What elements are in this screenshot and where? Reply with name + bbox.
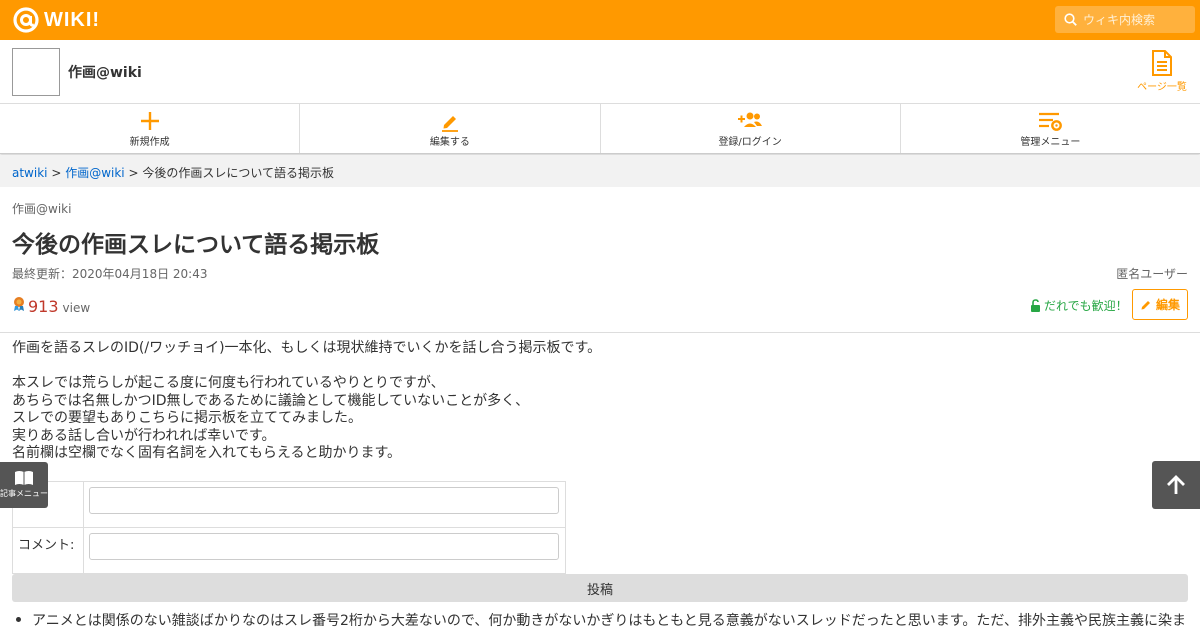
search-input[interactable] (1083, 12, 1193, 27)
book-icon (15, 471, 33, 485)
action-bar: 新規作成 編集する 登録/ログイン 管理メニュー (0, 104, 1200, 154)
pencil-icon (1141, 300, 1150, 309)
list-bullet (16, 617, 21, 622)
breadcrumb: atwiki > 作画@wiki > 今後の作画スレについて語る掲示板 (0, 155, 1200, 187)
submit-button[interactable]: 投稿 (12, 574, 1188, 602)
page-author: 匿名ユーザー (1116, 267, 1188, 281)
page-list-button[interactable]: ページ一覧 (1136, 50, 1188, 93)
page-title: 今後の作画スレについて語る掲示板 (12, 232, 380, 258)
comment-list: アニメとは関係のない雑談ばかりなのはスレ番号2桁から大差ないので、何か動きがない… (12, 610, 1192, 630)
breadcrumb-root-link[interactable]: atwiki (12, 166, 48, 180)
admin-menu-button[interactable]: 管理メニュー (901, 104, 1200, 153)
document-list-icon (1152, 50, 1172, 76)
edit-button-label: 編集 (1155, 298, 1180, 312)
comment-item: アニメとは関係のない雑談ばかりなのはスレ番号2桁から大差ないので、何か動きがない… (32, 613, 1186, 629)
at-sign-icon (13, 7, 39, 33)
body-line: 名前欄は空欄でなく固有名詞を入れてもらえると助かります。 (12, 445, 402, 461)
last-updated: 最終更新：2020年04月18日 20:43 (12, 267, 208, 281)
new-page-label: 新規作成 (129, 137, 170, 148)
badge-icon (14, 297, 24, 311)
top-bar: WIKI! (0, 0, 1200, 40)
site-logo-image[interactable] (12, 48, 60, 96)
name-input[interactable] (89, 487, 559, 514)
view-count: 913 (28, 297, 59, 316)
breadcrumb-wiki-link[interactable]: 作画@wiki (65, 166, 124, 180)
comment-input[interactable] (89, 533, 559, 560)
body-line: 実りある話し合いが行われれば幸いです。 (12, 427, 276, 444)
welcome-text: だれでも歓迎！ (1044, 299, 1128, 313)
unlock-icon (1031, 299, 1040, 312)
scroll-to-top-button[interactable] (1152, 461, 1200, 509)
article-menu-label: 記事メニュー (0, 489, 48, 498)
breadcrumb-separator: > (47, 166, 66, 180)
wiki-name: 作画@wiki (12, 202, 72, 216)
view-counter: 913 view (12, 296, 90, 316)
intro-text: 作画を語るスレのID(/ワッチョイ)一本化、もしくは現状維持でいくかを話し合う掲… (12, 340, 602, 356)
edit-page-label: 編集する (429, 137, 470, 148)
breadcrumb-current: 今後の作画スレについて語る掲示板 (142, 166, 334, 180)
body-line: あちらでは名無しかつID無しであるために議論として機能していないことが多く、 (12, 392, 530, 409)
view-unit: view (62, 301, 91, 315)
content-divider (0, 332, 1200, 333)
comment-label: コメント: (12, 527, 84, 574)
new-page-button[interactable]: 新規作成 (0, 104, 301, 153)
pencil-icon (441, 116, 458, 132)
breadcrumb-separator: > (124, 166, 143, 180)
site-header: 作画@wiki ページ一覧 (0, 40, 1200, 104)
atwiki-logo[interactable]: WIKI! (12, 7, 100, 33)
register-login-button[interactable]: 登録/ログイン (601, 104, 901, 153)
body-line: スレでの要望もありこちらに掲示板を立ててみました。 (12, 410, 362, 426)
register-login-label: 登録/ログイン (718, 137, 782, 148)
site-title[interactable]: 作画@wiki (68, 62, 142, 82)
arrow-up-icon (1167, 475, 1185, 494)
body-line: 本スレでは荒らしが起こる度に何度も行われているやりとりですが、 (12, 375, 445, 391)
edit-page-button[interactable]: 編集する (300, 104, 601, 153)
comment-form: コメント: (12, 481, 566, 574)
settings-menu-icon (1039, 112, 1063, 131)
search-box[interactable] (1055, 6, 1195, 33)
user-plus-icon (738, 112, 763, 127)
admin-menu-label: 管理メニュー (1020, 137, 1081, 148)
page-body: 作画を語るスレのID(/ワッチョイ)一本化、もしくは現状維持でいくかを話し合う掲… (12, 340, 1192, 463)
search-icon[interactable] (1064, 13, 1077, 26)
page-list-label: ページ一覧 (1137, 82, 1187, 93)
plus-icon (140, 112, 159, 130)
article-menu-button[interactable]: 記事メニュー (0, 462, 48, 508)
logo-text: WIKI! (44, 8, 101, 31)
edit-button[interactable]: 編集 (1132, 289, 1188, 320)
edit-permission-note: だれでも歓迎！ (1030, 297, 1128, 314)
